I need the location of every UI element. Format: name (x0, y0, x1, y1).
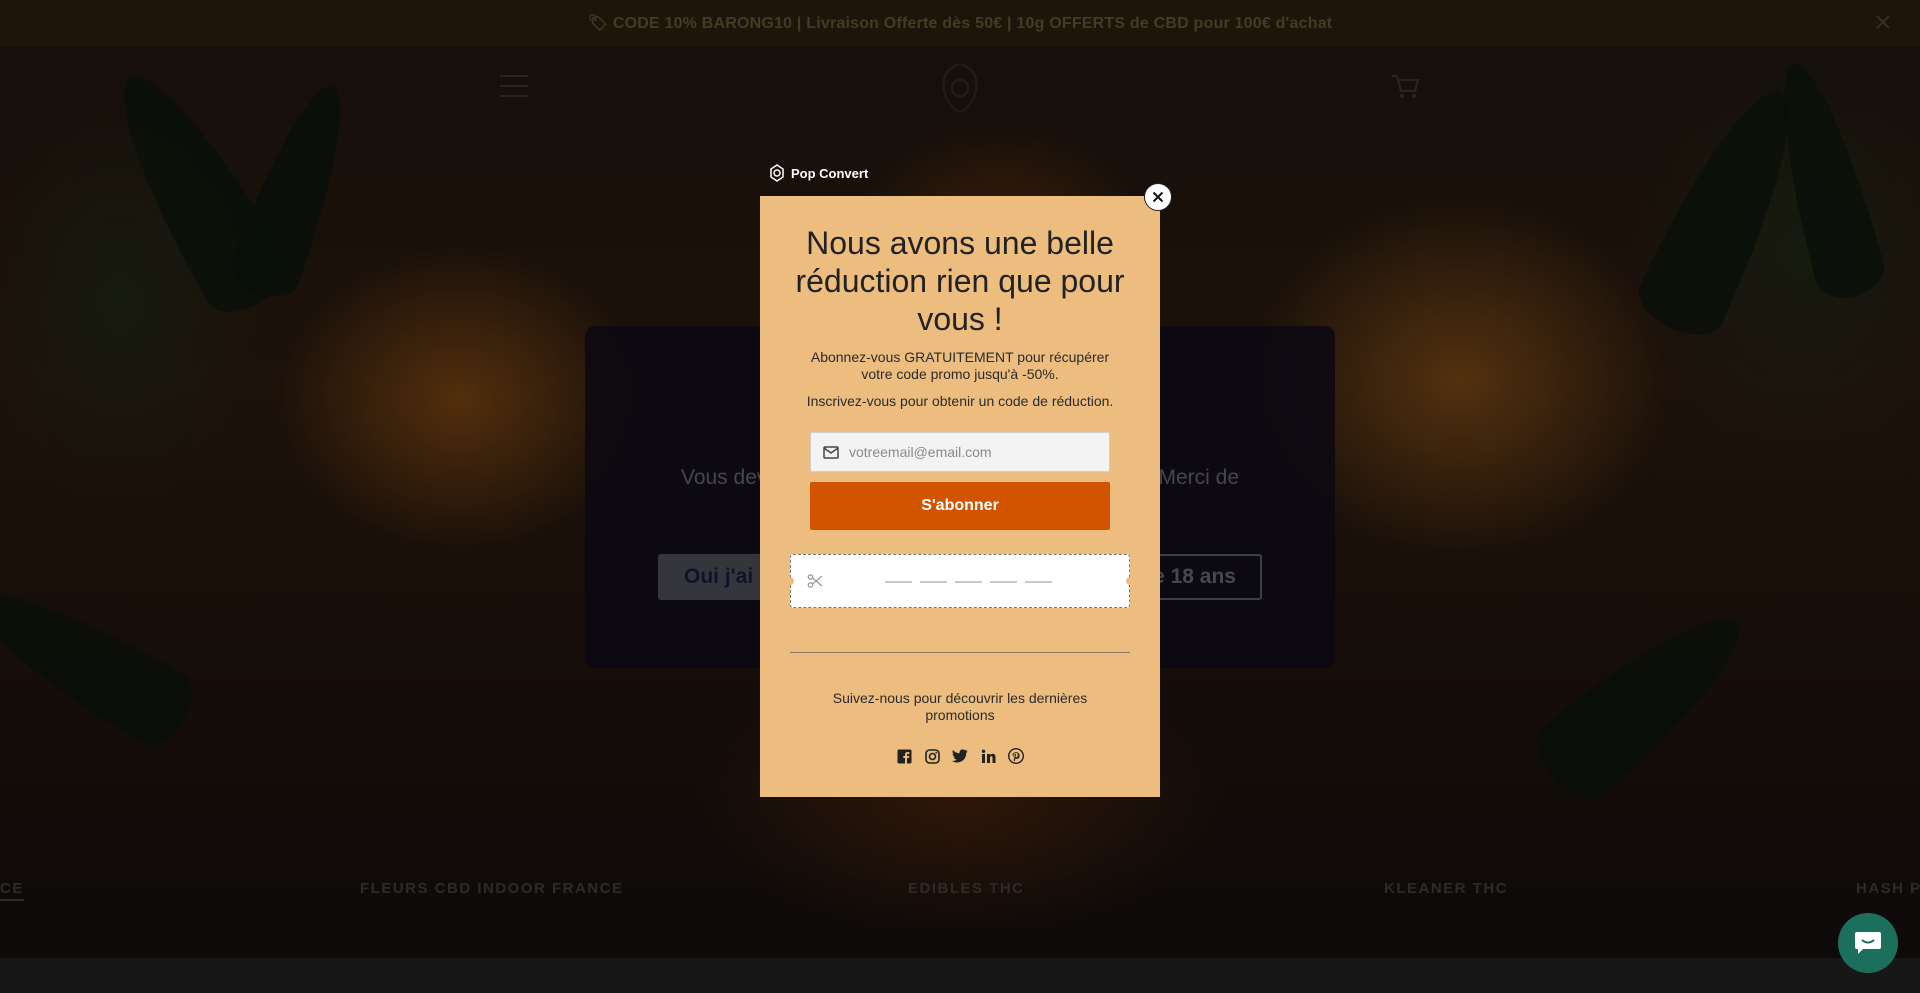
brand-label: Pop Convert (791, 165, 869, 181)
chat-button[interactable] (1838, 913, 1898, 973)
twitter-icon[interactable] (952, 748, 968, 764)
email-field[interactable] (810, 432, 1110, 472)
pinterest-icon[interactable] (1008, 748, 1024, 764)
mail-icon (823, 445, 839, 459)
linkedin-icon[interactable] (980, 748, 996, 764)
popup-title: Nous avons une belle réduction rien que … (795, 225, 1125, 337)
popup-divider (790, 652, 1130, 653)
facebook-icon[interactable] (896, 748, 912, 764)
discount-popup: Nous avons une belle réduction rien que … (760, 196, 1160, 797)
instagram-icon[interactable] (924, 748, 940, 764)
coupon-code-placeholder (885, 581, 1052, 583)
popup-brand: Pop Convert (768, 164, 868, 182)
follow-text: Suivez-nous pour découvrir les dernières… (832, 690, 1088, 723)
brand-icon (770, 164, 784, 182)
popup-close-button[interactable] (1144, 183, 1172, 211)
popup-subtitle: Abonnez-vous GRATUITEMENT pour récupérer… (810, 349, 1110, 382)
scissors-icon (807, 574, 823, 588)
email-input[interactable] (849, 444, 1089, 460)
popup-subtitle-secondary: Inscrivez-vous pour obtenir un code de r… (806, 393, 1114, 409)
close-icon (1152, 191, 1164, 203)
chat-icon (1855, 932, 1881, 954)
social-links (760, 748, 1160, 764)
coupon-code-box[interactable] (786, 554, 1134, 608)
subscribe-button[interactable]: S'abonner (810, 482, 1110, 530)
